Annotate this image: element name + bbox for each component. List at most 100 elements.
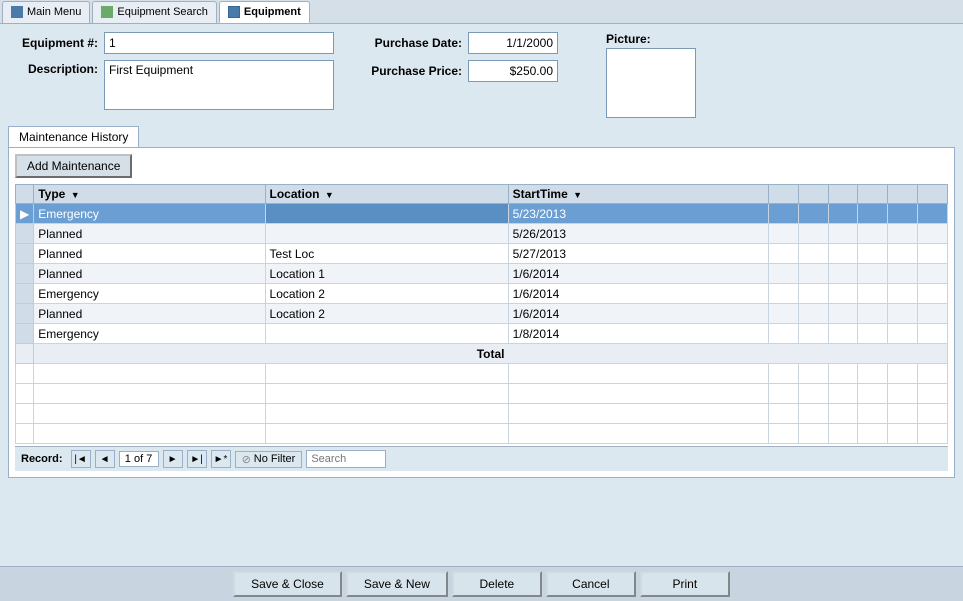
col-starttime-header[interactable]: StartTime ▼ <box>508 185 768 204</box>
type-sort-icon: ▼ <box>71 190 80 200</box>
empty-cell <box>265 404 508 424</box>
table-row[interactable]: PlannedTest Loc5/27/2013 <box>16 244 948 264</box>
tab-equipment-search-label: Equipment Search <box>117 6 208 18</box>
empty-cell <box>798 404 828 424</box>
search-input[interactable] <box>306 450 386 468</box>
record-label: Record: <box>21 453 63 465</box>
purchase-price-label: Purchase Price: <box>362 64 462 78</box>
cell-empty <box>888 204 918 224</box>
purchase-price-input[interactable] <box>468 60 558 82</box>
col-type-header[interactable]: Type ▼ <box>34 185 265 204</box>
print-button[interactable]: Print <box>640 571 730 597</box>
table-header-row: Type ▼ Location ▼ StartTime ▼ <box>16 185 948 204</box>
tab-main-menu[interactable]: Main Menu <box>2 1 90 23</box>
table-row[interactable]: PlannedLocation 11/6/2014 <box>16 264 948 284</box>
empty-cell <box>918 384 948 404</box>
picture-area: Picture: <box>606 32 696 118</box>
nav-first-button[interactable]: |◄ <box>71 450 91 468</box>
col-extra-6 <box>918 185 948 204</box>
empty-cell <box>768 404 798 424</box>
cell-empty <box>768 224 798 244</box>
cell-empty <box>858 284 888 304</box>
tab-equipment-search[interactable]: Equipment Search <box>92 1 217 23</box>
cell-empty <box>798 304 828 324</box>
cell-starttime: 1/8/2014 <box>508 324 768 344</box>
maintenance-tab[interactable]: Maintenance History <box>8 126 139 147</box>
empty-cell <box>34 404 265 424</box>
cell-empty <box>918 264 948 284</box>
cell-empty <box>828 244 858 264</box>
tab-equipment-label: Equipment <box>244 6 301 18</box>
cell-empty <box>828 324 858 344</box>
cell-empty <box>888 264 918 284</box>
empty-cell <box>265 364 508 384</box>
col-extra-1 <box>768 185 798 204</box>
cell-empty <box>918 324 948 344</box>
cell-empty <box>858 204 888 224</box>
cell-location: Test Loc <box>265 244 508 264</box>
table-row[interactable]: Emergency1/8/2014 <box>16 324 948 344</box>
cell-location: Location 2 <box>265 284 508 304</box>
empty-cell <box>508 424 768 444</box>
cell-starttime: 1/6/2014 <box>508 284 768 304</box>
empty-cell <box>798 384 828 404</box>
tab-equipment[interactable]: Equipment <box>219 1 310 23</box>
delete-button[interactable]: Delete <box>452 571 542 597</box>
cancel-button[interactable]: Cancel <box>546 571 636 597</box>
cell-type: Emergency <box>34 284 265 304</box>
table-row[interactable]: Planned5/26/2013 <box>16 224 948 244</box>
cell-empty <box>918 284 948 304</box>
add-maintenance-button[interactable]: Add Maintenance <box>15 154 132 178</box>
navigation-bar: Record: |◄ ◄ 1 of 7 ► ►| ►* ⊘ No Filter <box>15 446 948 471</box>
purchase-date-input[interactable] <box>468 32 558 54</box>
cell-type: Emergency <box>34 204 265 224</box>
nav-next-button[interactable]: ► <box>163 450 183 468</box>
nav-last-button[interactable]: ►| <box>187 450 207 468</box>
empty-cell <box>888 384 918 404</box>
maintenance-table: Type ▼ Location ▼ StartTime ▼ <box>15 184 948 444</box>
row-indicator <box>16 284 34 304</box>
equipment-number-input[interactable] <box>104 32 334 54</box>
maintenance-panel: Maintenance History Add Maintenance Type… <box>8 126 955 478</box>
maintenance-tab-label: Maintenance History <box>19 130 128 144</box>
cell-starttime: 5/26/2013 <box>508 224 768 244</box>
form-area: Equipment #: Description: First Equipmen… <box>8 32 955 118</box>
cell-empty <box>768 304 798 324</box>
col-extra-2 <box>798 185 828 204</box>
cell-starttime: 1/6/2014 <box>508 304 768 324</box>
col-extra-5 <box>888 185 918 204</box>
table-row[interactable]: EmergencyLocation 21/6/2014 <box>16 284 948 304</box>
table-row[interactable]: ▶Emergency5/23/2013 <box>16 204 948 224</box>
empty-cell <box>16 404 34 424</box>
empty-cell <box>34 384 265 404</box>
maintenance-table-container[interactable]: Type ▼ Location ▼ StartTime ▼ <box>15 184 948 444</box>
cell-empty <box>858 224 888 244</box>
empty-cell <box>768 384 798 404</box>
nav-new-button[interactable]: ►* <box>211 450 231 468</box>
empty-cell <box>768 364 798 384</box>
col-location-header[interactable]: Location ▼ <box>265 185 508 204</box>
empty-cell <box>888 424 918 444</box>
description-input[interactable]: First Equipment <box>104 60 334 110</box>
empty-cell <box>798 364 828 384</box>
empty-cell <box>16 364 34 384</box>
no-filter-button[interactable]: ⊘ No Filter <box>235 451 303 468</box>
cell-empty <box>798 264 828 284</box>
cell-empty <box>828 204 858 224</box>
row-indicator-header <box>16 185 34 204</box>
save-new-button[interactable]: Save & New <box>346 571 448 597</box>
picture-label: Picture: <box>606 32 696 46</box>
save-close-button[interactable]: Save & Close <box>233 571 342 597</box>
empty-cell <box>828 384 858 404</box>
empty-cell <box>798 424 828 444</box>
empty-cell <box>918 364 948 384</box>
nav-prev-button[interactable]: ◄ <box>95 450 115 468</box>
table-row[interactable]: PlannedLocation 21/6/2014 <box>16 304 948 324</box>
row-indicator <box>16 324 34 344</box>
cell-empty <box>888 244 918 264</box>
cell-empty <box>828 304 858 324</box>
cell-empty <box>918 224 948 244</box>
row-indicator <box>16 304 34 324</box>
tab-bar: Main Menu Equipment Search Equipment <box>0 0 963 24</box>
cell-empty <box>828 284 858 304</box>
